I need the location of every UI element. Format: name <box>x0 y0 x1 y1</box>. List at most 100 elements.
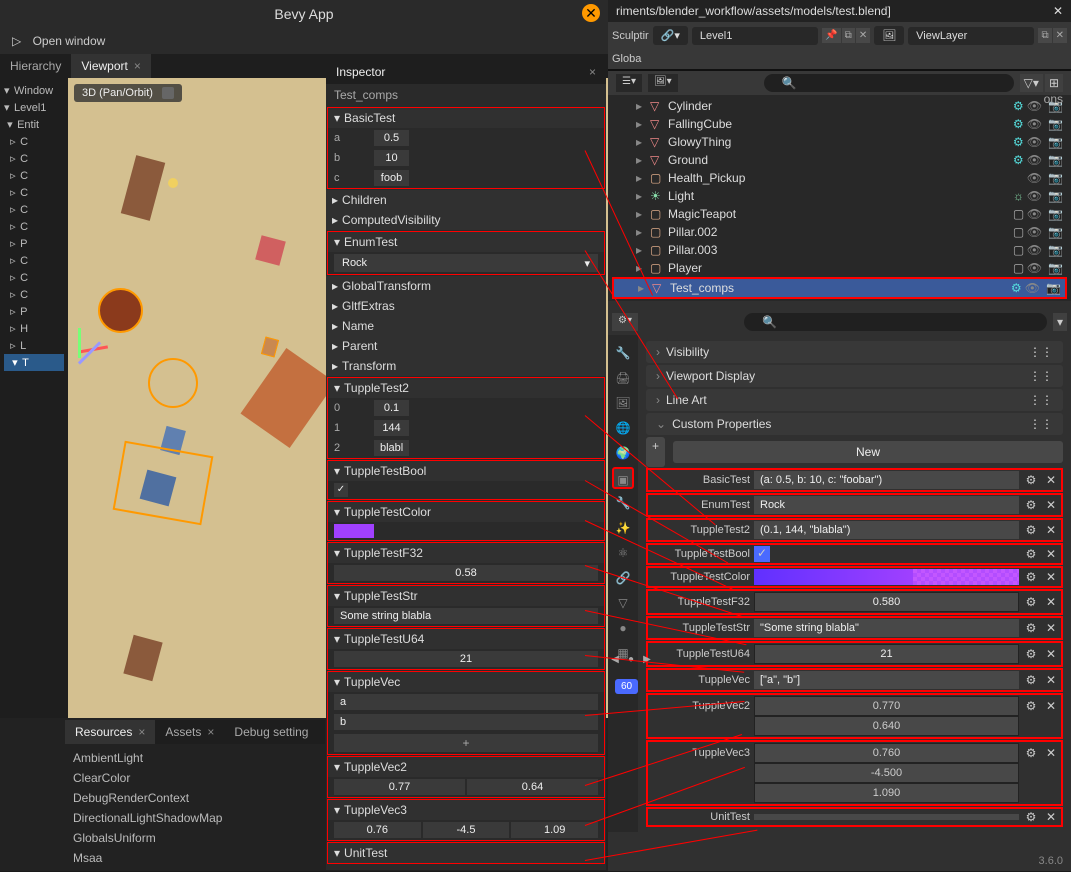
component-header[interactable]: ▾TuppleVec <box>328 672 604 692</box>
hierarchy-item[interactable]: ▹L <box>4 337 64 354</box>
component-header[interactable]: ▾BasicTest <box>328 108 604 128</box>
close-icon[interactable]: × <box>138 725 145 739</box>
search-input[interactable]: 🔍 <box>744 313 1047 331</box>
camera-icon[interactable]: 📷 <box>1046 281 1061 295</box>
material-tab-icon[interactable]: ● <box>612 617 634 639</box>
gear-icon[interactable]: ⚙ <box>1023 498 1039 512</box>
close-icon[interactable]: ✕ <box>1043 621 1059 635</box>
gear-icon[interactable]: ⚙ <box>1023 621 1039 635</box>
field-value[interactable]: b <box>334 714 598 730</box>
hierarchy-item[interactable]: ▹P <box>4 235 64 252</box>
close-icon[interactable]: ✕ <box>856 28 870 43</box>
component-header[interactable]: ▸GlobalTransform <box>326 276 606 296</box>
close-icon[interactable]: ✕ <box>1043 570 1059 584</box>
prop-value[interactable]: 0.770 <box>754 696 1019 716</box>
field-value[interactable]: 21 <box>334 651 598 667</box>
field-value[interactable]: 0.77 <box>334 779 465 795</box>
prop-value[interactable] <box>754 814 1019 820</box>
prop-value[interactable]: Rock <box>754 496 1019 514</box>
scene-field[interactable]: Level1 <box>692 27 818 45</box>
eye-icon[interactable]: 👁 <box>1027 171 1042 185</box>
field-value[interactable]: 0.58 <box>334 565 598 581</box>
viewport-mode-badge[interactable]: 3D (Pan/Orbit) <box>74 84 182 102</box>
hierarchy-item[interactable]: ▾Window <box>4 82 64 99</box>
component-header[interactable]: ▸ComputedVisibility <box>326 210 606 230</box>
field-value[interactable]: Some string blabla <box>334 608 598 624</box>
output-tab-icon[interactable]: 🖨 <box>612 367 634 389</box>
prop-value[interactable]: "Some string blabla" <box>754 619 1019 637</box>
camera-icon[interactable]: 📷 <box>1048 135 1063 149</box>
camera-icon[interactable]: 📷 <box>1048 261 1063 275</box>
outliner-row[interactable]: ▸▽Cylinder⚙👁📷 <box>612 97 1067 115</box>
component-header[interactable]: ▾TuppleTestU64 <box>328 629 604 649</box>
gear-icon[interactable]: ⚙ <box>1023 473 1039 487</box>
eye-icon[interactable]: 👁 <box>1027 189 1042 203</box>
outliner-row[interactable]: ▸☀Light☼👁📷 <box>612 187 1067 205</box>
field-value[interactable]: -4.5 <box>423 822 510 838</box>
copy-icon[interactable]: ⧉ <box>1038 28 1051 43</box>
constraint-tab-icon[interactable]: 🔗 <box>612 567 634 589</box>
bevy-menubar[interactable]: ▷ Open window <box>0 28 608 54</box>
camera-icon[interactable]: 📷 <box>1048 225 1063 239</box>
component-header[interactable]: ▸Transform <box>326 356 606 376</box>
open-window-menu[interactable]: Open window <box>33 34 106 48</box>
close-icon[interactable]: ✕ <box>1043 498 1059 512</box>
outliner-row-selected[interactable]: ▸▽Test_comps⚙👁📷 <box>612 277 1067 299</box>
gear-icon[interactable]: ⚙ <box>1023 746 1039 760</box>
outliner-row[interactable]: ▸▢Pillar.002▢👁📷 <box>612 223 1067 241</box>
options-dropdown[interactable]: ▾ <box>1053 313 1067 331</box>
outliner-row[interactable]: ▸▢Health_Pickup👁📷 <box>612 169 1067 187</box>
prop-value[interactable]: (a: 0.5, b: 10, c: "foobar") <box>754 471 1019 489</box>
viewlayer-tab-icon[interactable]: 🖼 <box>612 392 634 414</box>
gear-icon[interactable]: ⚙ <box>1023 810 1039 824</box>
prev-keyframe-icon[interactable]: ◀ <box>608 654 622 668</box>
camera-icon[interactable]: 📷 <box>1048 153 1063 167</box>
hierarchy-item[interactable]: ▹H <box>4 320 64 337</box>
gear-icon[interactable]: ⚙ <box>1023 647 1039 661</box>
scene-tab-icon[interactable]: 🌐 <box>612 417 634 439</box>
component-header[interactable]: ▾UnitTest <box>328 843 604 863</box>
component-header[interactable]: ▸GltfExtras <box>326 296 606 316</box>
panel-line-art[interactable]: ›Line Art⋮⋮ <box>646 389 1063 411</box>
close-icon[interactable]: ✕ <box>1043 523 1059 537</box>
resource-item[interactable]: Msaa <box>73 848 317 868</box>
close-icon[interactable]: ✕ <box>1053 4 1063 18</box>
field-value[interactable]: a <box>334 694 598 710</box>
component-header[interactable]: ▾TuppleTestBool <box>328 461 604 481</box>
prop-value[interactable]: 0.760 <box>754 743 1019 763</box>
resource-item[interactable]: GlobalsUniform <box>73 828 317 848</box>
eye-icon[interactable]: 👁 <box>1027 243 1042 257</box>
gear-icon[interactable]: ⚙ <box>1023 570 1039 584</box>
close-icon[interactable]: × <box>589 65 596 79</box>
physics-tab-icon[interactable]: ⚛ <box>612 542 634 564</box>
prop-value[interactable]: 21 <box>754 644 1019 664</box>
close-icon[interactable]: ✕ <box>1043 595 1059 609</box>
prop-value[interactable]: 0.640 <box>754 716 1019 736</box>
component-header[interactable]: ▾TuppleTestStr <box>328 586 604 606</box>
checkbox-icon[interactable] <box>162 87 174 99</box>
outliner-row[interactable]: ▸▢MagicTeapot▢👁📷 <box>612 205 1067 223</box>
world-tab-icon[interactable]: 🌍 <box>612 442 634 464</box>
gear-icon[interactable]: ⚙ <box>1023 547 1039 561</box>
prop-value[interactable]: 0.580 <box>754 592 1019 612</box>
frame-indicator[interactable]: 60 <box>615 678 638 692</box>
hierarchy-item[interactable]: ▹C <box>4 269 64 286</box>
camera-icon[interactable]: 📷 <box>1048 189 1063 203</box>
panel-options-icon[interactable]: ⋮⋮ <box>1029 393 1053 407</box>
copy-icon[interactable]: ⧉ <box>842 28 855 43</box>
field-value[interactable]: 0.5 <box>374 130 409 146</box>
close-icon[interactable]: × <box>207 725 214 739</box>
camera-icon[interactable]: 📷 <box>1048 243 1063 257</box>
close-icon[interactable]: ✕ <box>1043 673 1059 687</box>
viewlayer-browse-icon[interactable]: 🖼 <box>874 26 904 45</box>
close-icon[interactable]: × <box>134 59 141 73</box>
field-value[interactable]: 0.64 <box>467 779 598 795</box>
checkbox[interactable]: ✓ <box>754 546 770 562</box>
close-icon[interactable]: ✕ <box>1043 746 1059 760</box>
gear-icon[interactable]: ⚙ <box>1023 699 1039 713</box>
resource-item[interactable]: ClearColor <box>73 768 317 788</box>
prop-value[interactable]: ["a", "b"] <box>754 671 1019 689</box>
display-mode-dropdown[interactable]: 🖼▾ <box>648 74 678 92</box>
new-button[interactable]: New <box>673 441 1063 463</box>
color-swatch[interactable] <box>754 569 1019 585</box>
